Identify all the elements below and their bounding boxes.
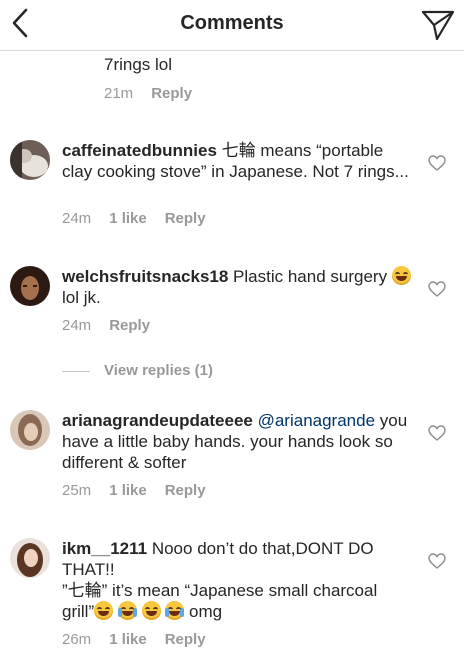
paper-plane-icon[interactable]	[420, 9, 456, 41]
reply-button[interactable]: Reply	[165, 631, 206, 648]
avatar[interactable]	[10, 410, 50, 450]
comment-username[interactable]: ikm__1211	[62, 539, 147, 558]
comment-meta: 24m Reply	[62, 317, 168, 334]
laughing-emoji-icon	[141, 601, 161, 620]
comment-text: caffeinatedbunnies 七輪 means “portable cl…	[62, 140, 412, 182]
divider	[62, 370, 90, 372]
crying-laughing-emoji-icon	[117, 601, 137, 620]
comment-time: 24m	[62, 317, 92, 334]
comment-text: arianagrandeupdateeee @arianagrande you …	[62, 410, 412, 473]
likes-count[interactable]: 1 like	[109, 210, 147, 227]
reply-button[interactable]: Reply	[165, 210, 206, 227]
heart-icon[interactable]	[428, 155, 446, 171]
comment-username[interactable]: welchsfruitsnacks18	[62, 267, 228, 286]
view-replies-label: View replies (1)	[104, 362, 213, 379]
comment-body-end: lol jk.	[62, 288, 101, 307]
mention-link[interactable]: @arianagrande	[258, 411, 375, 430]
comment-time: 24m	[62, 210, 92, 227]
comment-text: ikm__1211 Nooo don’t do that,DONT DO THA…	[62, 538, 412, 622]
comment-meta: 24m 1 like Reply	[62, 210, 224, 227]
reply-button[interactable]: Reply	[151, 85, 192, 102]
comment-text: 7rings lol	[104, 55, 173, 74]
comment-time: 25m	[62, 482, 92, 499]
laughing-emoji-icon	[94, 601, 114, 620]
comment-body-end: omg	[189, 602, 223, 621]
comment-time: 26m	[62, 631, 92, 648]
reply-button[interactable]: Reply	[109, 317, 150, 334]
avatar[interactable]	[10, 266, 50, 306]
view-replies-button[interactable]: View replies (1)	[62, 362, 213, 379]
header-bar: Comments	[0, 0, 464, 51]
heart-icon[interactable]	[428, 425, 446, 441]
avatar[interactable]	[10, 140, 50, 180]
avatar[interactable]	[10, 538, 50, 578]
comment-time: 21m	[104, 85, 134, 102]
heart-icon[interactable]	[428, 281, 446, 297]
comment-username[interactable]: caffeinatedbunnies	[62, 141, 217, 160]
comment-meta: 21m Reply	[104, 85, 210, 102]
comment-body: Plastic hand surgery	[233, 267, 388, 286]
comment-meta: 26m 1 like Reply	[62, 631, 224, 648]
comment-text: welchsfruitsnacks18 Plastic hand surgery…	[62, 266, 412, 308]
heart-icon[interactable]	[428, 553, 446, 569]
likes-count[interactable]: 1 like	[109, 482, 147, 499]
page-title: Comments	[180, 12, 284, 34]
comment-username[interactable]: arianagrandeupdateeee	[62, 411, 253, 430]
reply-button[interactable]: Reply	[165, 482, 206, 499]
laughing-emoji-icon	[391, 266, 411, 285]
comment-meta: 25m 1 like Reply	[62, 482, 224, 499]
likes-count[interactable]: 1 like	[109, 631, 147, 648]
crying-laughing-emoji-icon	[165, 601, 185, 620]
